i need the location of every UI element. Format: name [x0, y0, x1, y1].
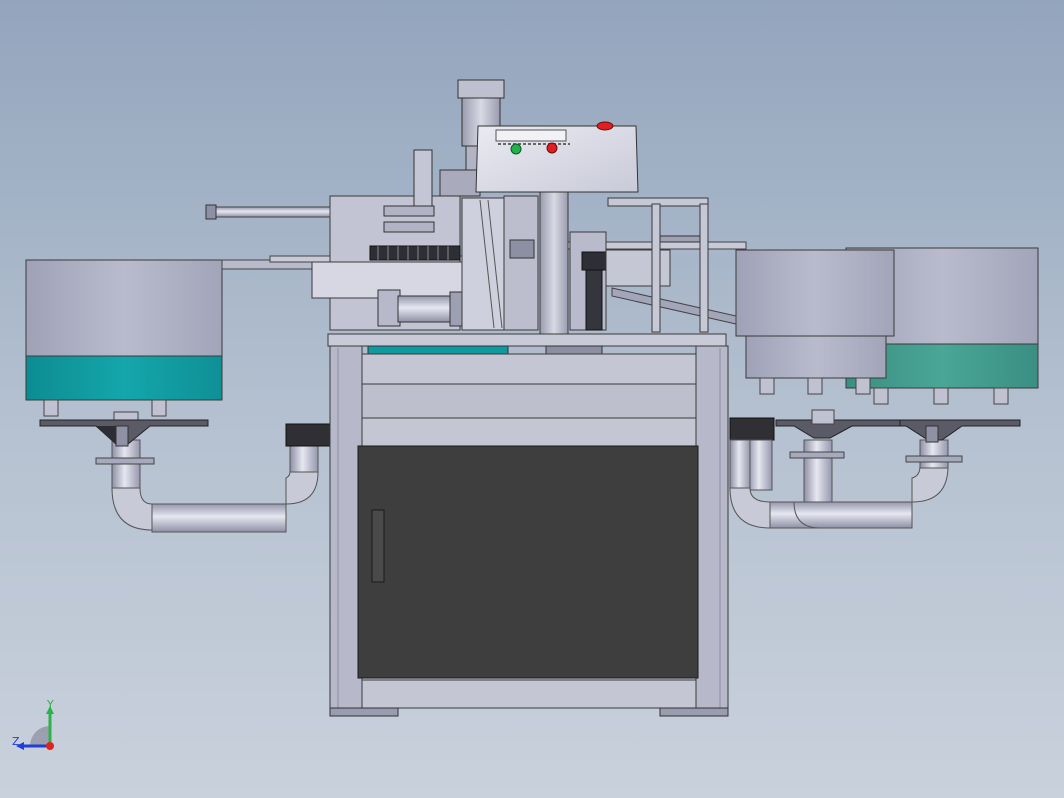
x-axis-dot	[46, 742, 54, 750]
stop-button[interactable]	[546, 142, 558, 154]
control-panel	[475, 121, 639, 193]
machine-drawing: Y Z	[12, 79, 1039, 750]
y-axis-label: Y	[46, 698, 54, 711]
cabinet-door	[357, 445, 699, 679]
right-vibratory-bowl-front	[735, 249, 901, 439]
cad-viewport: Y Z	[0, 0, 1064, 798]
emergency-stop-button[interactable]	[596, 121, 614, 131]
axis-triad: Y Z	[12, 698, 54, 750]
start-button[interactable]	[510, 143, 522, 155]
panel-display	[495, 129, 567, 142]
door-handle	[371, 509, 385, 583]
z-axis-label: Z	[12, 735, 20, 748]
left-vibratory-bowl	[25, 259, 223, 447]
drive-chain	[369, 245, 461, 261]
